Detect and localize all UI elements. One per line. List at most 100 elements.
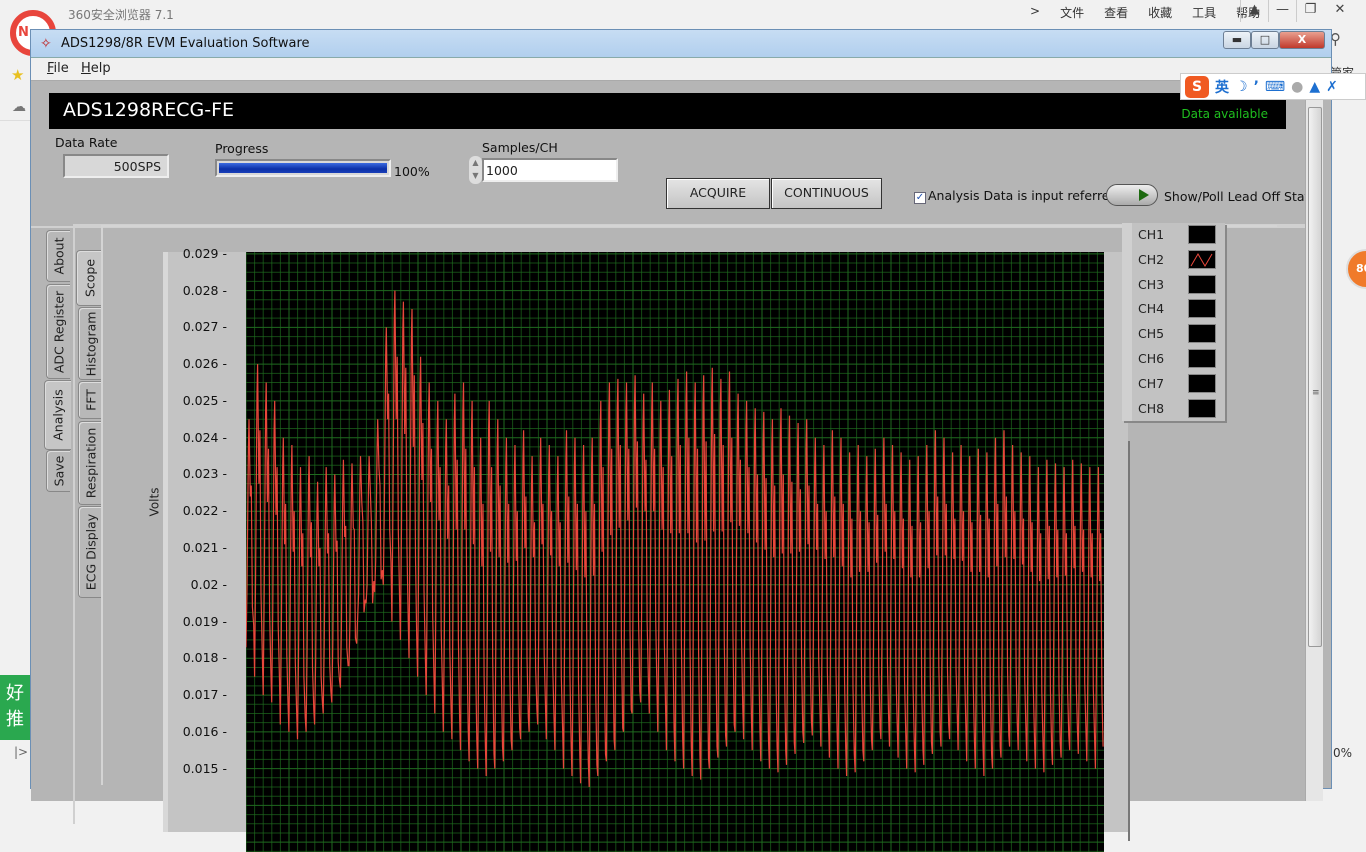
browser-maximize-button[interactable]: ❐ [1296,0,1324,22]
tab-histogram[interactable]: Histogram [78,307,102,380]
y-tick-label: 0.016 - [182,723,227,739]
status-indicator: Data available [1181,107,1268,121]
user-icon[interactable]: ● [1291,79,1303,95]
tab-scope[interactable]: Scope [76,250,103,306]
promo-badge[interactable]: 好推 [0,675,30,740]
browser-menu-favorites[interactable]: 收藏 [1138,4,1182,21]
tab-label: FFT [83,389,98,411]
continuous-button[interactable]: CONTINUOUS [771,178,882,209]
legend-swatch [1188,225,1216,244]
y-tick-label: 0.019 - [182,613,227,629]
close-button[interactable]: X [1279,31,1325,49]
promo-char: 好 [6,683,24,704]
menu-help[interactable]: Help [81,61,111,76]
channel-legend: CH1 CH2 CH3 CH4 CH5 CH6 CH7 CH8 [1122,223,1225,421]
samples-label: Samples/CH [482,140,558,155]
search-icon[interactable]: ⚲ [1330,30,1356,56]
vertical-scrollbar[interactable]: ≡ [1305,81,1323,801]
maximize-button[interactable]: □ [1251,31,1279,49]
browser-minimize-button[interactable]: — [1268,0,1296,22]
browser-logo-text: N [18,25,29,40]
tab-label: ADC Register [51,290,66,373]
input-referred-label: Analysis Data is input referred [928,188,1118,203]
lead-off-toggle[interactable] [1106,184,1158,206]
line-sample-icon [1190,253,1213,267]
shirt-icon[interactable]: ▲ [1309,79,1320,95]
legend-label: CH1 [1138,227,1165,242]
sogou-logo[interactable]: S [1185,75,1209,98]
zoom-level[interactable]: 0% [1333,746,1352,760]
app-title: ADS1298/8R EVM Evaluation Software [61,36,310,51]
legend-ch7[interactable]: CH7 [1138,374,1228,394]
legend-swatch [1188,275,1216,294]
browser-menu: > 文件 查看 收藏 工具 帮助 [1020,4,1270,21]
minimize-button[interactable]: ▬ [1223,31,1251,49]
progress-fill [219,163,387,173]
grip-icon: ≡ [1312,388,1320,398]
app-title-bar[interactable]: ✧ ADS1298/8R EVM Evaluation Software ▬ □… [31,30,1331,58]
legend-swatch [1188,349,1216,368]
browser-menu-view[interactable]: 查看 [1094,4,1138,21]
progress-percent: 100% [394,164,430,179]
progress-bar [215,159,391,177]
legend-ch3[interactable]: CH3 [1138,275,1228,295]
samples-spinner[interactable]: ▲ ▼ [469,156,482,184]
legend-label: CH4 [1138,301,1165,316]
legend-ch1[interactable]: CH1 [1138,225,1228,245]
browser-menu-file[interactable]: 文件 [1050,4,1094,21]
wrench-icon[interactable]: ✗ [1326,79,1338,95]
tab-fft[interactable]: FFT [78,381,102,419]
device-name: ADS1298RECG-FE [63,99,235,121]
tab-label: ECG Display [83,513,98,591]
cloud-icon[interactable]: ☁ [12,99,26,115]
moon-icon[interactable]: ☽ [1235,79,1248,95]
browser-close-button[interactable]: ✕ [1326,0,1354,22]
play-icon [1139,189,1149,201]
tab-analysis[interactable]: Analysis [44,380,71,450]
tab-adc-register[interactable]: ADC Register [46,284,70,379]
tab-save[interactable]: Save [46,450,70,492]
tab-label: Analysis [50,389,66,441]
data-rate-display: 500SPS [63,154,169,178]
tab-label: Histogram [83,311,98,376]
acquire-button[interactable]: ACQUIRE [666,178,770,209]
keyboard-icon[interactable]: ⌨ [1265,79,1285,95]
scrollbar-thumb[interactable]: ≡ [1308,107,1322,647]
side-badge[interactable]: 80 [1346,249,1366,289]
samples-input[interactable]: 1000 [482,158,618,182]
legend-ch5[interactable]: CH5 [1138,324,1228,344]
favorite-star-icon[interactable]: ★ [11,66,24,84]
data-rate-label: Data Rate [55,135,118,150]
ime-mode[interactable]: 英 [1215,77,1229,97]
input-referred-checkbox[interactable]: ✓ [914,192,926,204]
tab-about[interactable]: About [46,230,70,282]
punctuation-icon[interactable]: ’ [1254,79,1259,95]
y-tick-label: 0.015 - [182,760,227,776]
legend-ch8[interactable]: CH8 [1138,399,1228,419]
browser-menu-tools[interactable]: 工具 [1182,4,1226,21]
y-tick-label: 0.029 - [182,245,227,261]
expand-arrow-icon[interactable]: |> [14,745,28,759]
y-tick-label: 0.023 - [182,466,227,482]
shirt-icon[interactable]: ▲ [1240,0,1268,22]
legend-swatch [1188,374,1216,393]
legend-label: CH2 [1138,252,1165,267]
y-tick-label: 0.027 - [182,319,227,335]
menu-file[interactable]: File [47,61,69,76]
tab-label: About [51,237,66,275]
y-axis-label: Volts [147,487,162,517]
y-tick-label: 0.025 - [182,392,227,408]
ti-logo-icon: ✧ [40,36,52,52]
legend-ch4[interactable]: CH4 [1138,299,1228,319]
legend-ch2[interactable]: CH2 [1138,250,1228,270]
legend-ch6[interactable]: CH6 [1138,349,1228,369]
legend-swatch [1188,250,1216,269]
menu-bar: File Help [31,58,1331,81]
tab-respiration[interactable]: Respiration [78,421,102,505]
divider [0,120,30,121]
promo-char: 推 [6,709,24,730]
browser-title: 360安全浏览器 7.1 [68,8,174,22]
tab-ecg-display[interactable]: ECG Display [78,506,102,598]
scope-plot [246,252,1104,852]
browser-menu-expand[interactable]: > [1020,4,1050,21]
